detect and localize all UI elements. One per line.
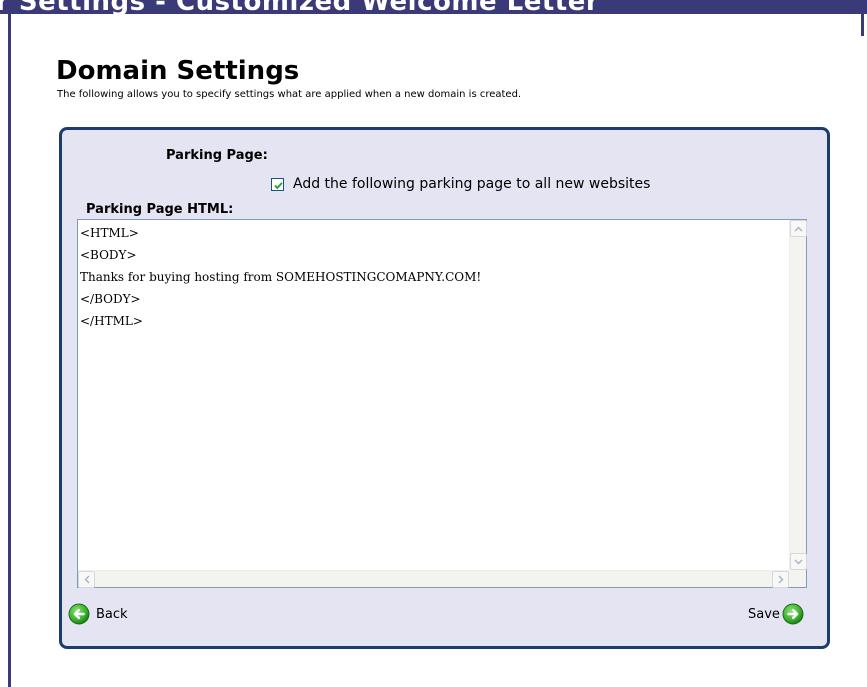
scroll-up-button[interactable] — [790, 220, 807, 237]
scroll-down-button[interactable] — [790, 553, 807, 570]
frame-left-border — [8, 14, 11, 687]
frame-right-border — [861, 14, 864, 36]
save-button[interactable]: Save — [748, 603, 804, 625]
vertical-scrollbar[interactable] — [789, 220, 807, 570]
top-banner: r Settings - Customized Welcome Letter — [0, 0, 867, 14]
page-description: The following allows you to specify sett… — [57, 89, 522, 100]
back-button-label: Back — [96, 606, 128, 622]
page-title: Domain Settings — [56, 56, 300, 86]
arrow-left-circle-icon — [68, 603, 90, 625]
scroll-right-button[interactable] — [772, 571, 789, 588]
chevron-down-icon — [794, 558, 803, 565]
parking-page-checkbox-label[interactable]: Add the following parking page to all ne… — [293, 176, 650, 192]
horizontal-scrollbar[interactable] — [78, 570, 789, 588]
chevron-right-icon — [777, 575, 784, 584]
scroll-left-button[interactable] — [78, 571, 95, 588]
arrow-right-circle-icon — [782, 603, 804, 625]
save-button-label: Save — [748, 606, 780, 622]
parking-page-html-label: Parking Page HTML: — [86, 202, 234, 217]
chevron-up-icon — [794, 225, 803, 232]
chevron-left-icon — [83, 575, 90, 584]
parking-page-html-textarea[interactable]: <HTML> <BODY> Thanks for buying hosting … — [77, 219, 807, 588]
banner-title: r Settings - Customized Welcome Letter — [0, 0, 599, 14]
parking-page-checkbox[interactable] — [271, 178, 284, 191]
parking-page-html-content[interactable]: <HTML> <BODY> Thanks for buying hosting … — [80, 222, 786, 567]
parking-page-label: Parking Page: — [166, 148, 268, 163]
checkmark-icon — [274, 182, 283, 190]
scroll-corner — [789, 570, 806, 587]
back-button[interactable]: Back — [68, 603, 128, 625]
